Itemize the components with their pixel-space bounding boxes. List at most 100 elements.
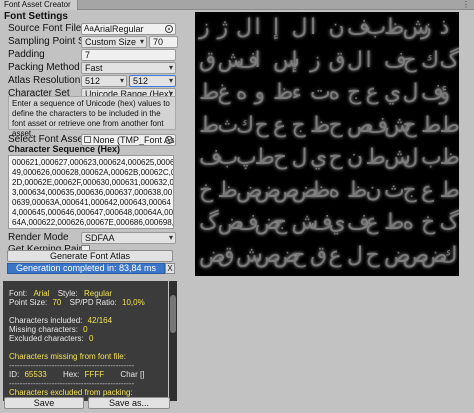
generation-progress-bar: Generation completed in: 83,84 ms (7, 263, 165, 274)
render-mode-dropdown[interactable]: SDFAA ▾ (81, 232, 176, 244)
font-label: Font: (9, 289, 28, 298)
packing-label: Packing Method (8, 62, 80, 73)
kebab-menu-icon[interactable]: ⋮ (462, 0, 470, 10)
atlas-glyph: ز (199, 15, 210, 40)
atlas-glyph: ح (328, 145, 343, 170)
sequence-label: Character Sequence (Hex) (8, 144, 121, 154)
atlas-glyph: ه (328, 80, 341, 105)
generation-report-panel: Font: Arial Style: Regular Point Size: 7… (3, 281, 168, 401)
atlas-glyph: ل (347, 47, 363, 73)
atlas-glyph: ل (291, 145, 308, 170)
atlas-glyph: ط (384, 210, 405, 235)
render-mode-label: Render Mode (8, 232, 69, 243)
atlas-glyph: ط (365, 145, 386, 170)
generate-font-atlas-button[interactable]: Generate Font Atlas (7, 250, 173, 262)
font-asset-icon: Aa (84, 24, 94, 33)
packing-dropdown[interactable]: Fast ▾ (81, 62, 176, 74)
atlas-glyph: خ (199, 177, 214, 203)
ratio-label: SP/PD Ratio: (69, 298, 117, 307)
close-progress-button[interactable]: X (165, 263, 175, 274)
atlas-glyph: ي (310, 145, 328, 170)
atlas-glyph: ط (199, 112, 220, 138)
atlas-glyph: ه (402, 210, 415, 235)
padding-field[interactable]: 7 (81, 49, 176, 61)
ratio-value: 10,0% (122, 298, 145, 307)
atlas-glyph: غ (217, 80, 231, 105)
atlas-glyph: ظ (310, 112, 331, 138)
atlas-glyph: ح (254, 112, 269, 138)
atlas-glyph: ا (254, 47, 261, 73)
point-size-label: Point Size: (9, 298, 48, 307)
save-as-button[interactable]: Save as... (88, 397, 170, 409)
sampling-size-field[interactable]: 70 (149, 36, 178, 48)
atlas-glyph: ذ (439, 15, 450, 40)
atlas-glyph: ل (236, 15, 252, 40)
object-picker-icon[interactable] (165, 25, 173, 33)
atlas-glyph: ط (439, 177, 460, 203)
atlas-glyph: ز (310, 47, 321, 73)
atlas-glyph: ج (273, 210, 288, 235)
atlas-glyph: ع (365, 80, 379, 105)
charset-help-box: Enter a sequence of Unicode (hex) values… (8, 96, 176, 138)
report-missing-entry: ID: 65533 Hex: FFFF Char [] (9, 370, 144, 379)
atlas-glyph: ن (365, 177, 382, 203)
hex-value: FFFF (84, 370, 105, 379)
atlas-glyph: ح (328, 112, 343, 138)
atlas-glyph: ي (328, 210, 346, 235)
chevron-down-icon: ▾ (168, 233, 173, 242)
tab-font-asset-creator[interactable]: Font Asset Creator (0, 0, 78, 10)
atlas-glyph: ع (421, 177, 435, 203)
atlas-glyph: ن (347, 145, 364, 170)
report-point-size-line: Point Size: 70 SP/PD Ratio: 10,0% (9, 298, 145, 307)
atlas-glyph: ق (328, 47, 346, 73)
save-button[interactable]: Save (4, 397, 84, 409)
atlas-glyph: ظ (273, 80, 294, 105)
atlas-glyph: و (254, 80, 266, 105)
atlas-glyph: گ (439, 47, 460, 73)
style-value: Regular (83, 289, 112, 298)
included-label: Characters included: (9, 316, 83, 325)
atlas-glyph: گ (199, 210, 219, 235)
object-picker-icon[interactable] (165, 136, 173, 144)
source-font-field[interactable]: Aa ArialRegular (81, 23, 176, 35)
char-label: Char [] (120, 370, 145, 379)
atlas-glyph: ظ (439, 145, 460, 170)
missing-value: 0 (83, 325, 88, 334)
atlas-glyph: ع (365, 210, 379, 235)
render-mode-row: Render Mode SDFAA ▾ (8, 232, 178, 244)
packing-value: Fast (85, 63, 103, 73)
atlas-width-dropdown[interactable]: 512 ▾ (81, 75, 127, 87)
report-divider: ----------------------------------------… (9, 379, 135, 388)
render-mode-value: SDFAA (85, 233, 115, 243)
atlas-glyph: ه (328, 177, 341, 203)
atlas-glyph: خ (421, 210, 436, 235)
atlas-glyph: ا (254, 15, 261, 40)
padding-row: Padding 7 (8, 49, 178, 61)
atlas-height-dropdown[interactable]: 512 ▾ (129, 75, 176, 87)
id-value: 65533 (24, 370, 47, 379)
atlas-glyph: ع (328, 242, 342, 268)
atlas-glyph: ز (421, 15, 432, 40)
report-missing-line: Missing characters: 0 (9, 325, 88, 334)
scrollbar-thumb[interactable] (170, 295, 176, 333)
chevron-down-icon: ▾ (168, 63, 173, 72)
packing-row: Packing Method Fast ▾ (8, 62, 178, 74)
atlas-resolution-label: Atlas Resolution (8, 75, 81, 86)
character-sequence-input[interactable]: 000621,000627,000623,000624,000625,00062… (8, 155, 174, 229)
atlas-glyph: ح (291, 242, 306, 268)
chevron-down-icon: ▾ (119, 76, 124, 85)
report-scrollbar[interactable] (169, 281, 177, 401)
atlas-glyph: ك (421, 47, 440, 73)
atlas-glyph: ك (236, 112, 255, 138)
editor-tab-strip: Font Asset Creator ⋮ (0, 0, 474, 10)
atlas-glyph: ق (217, 242, 235, 268)
missing-label: Missing characters: (9, 325, 78, 334)
chevron-down-icon: ▾ (168, 76, 173, 85)
style-label: Style: (57, 289, 78, 298)
atlas-glyph: ج (347, 80, 362, 105)
sampling-mode-dropdown[interactable]: Custom Size ▾ (81, 36, 147, 48)
atlas-glyph: ح (402, 47, 417, 73)
atlas-glyph: ظ (347, 177, 368, 203)
report-font-line: Font: Arial Style: Regular (9, 289, 112, 298)
atlas-glyph: ي (384, 80, 402, 105)
